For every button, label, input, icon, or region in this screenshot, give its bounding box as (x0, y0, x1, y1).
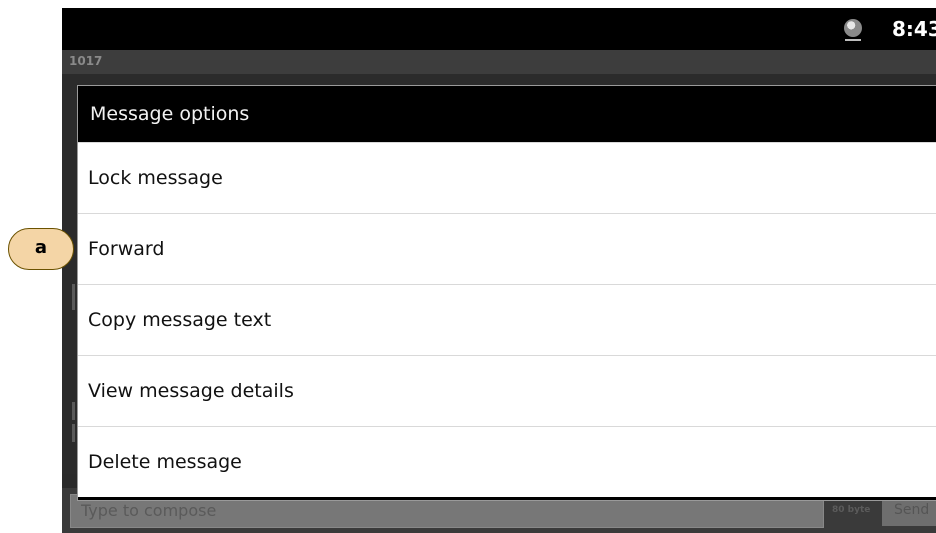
menu-item-view-message-details[interactable]: View message details (78, 355, 936, 426)
globe-stand (845, 39, 861, 41)
message-bar (72, 424, 75, 442)
globe-icon (844, 19, 862, 37)
status-bar: 8:43 (62, 8, 936, 50)
thread-title: 1017 (69, 54, 103, 68)
byte-counter: 80 byte (832, 505, 871, 515)
menu-item-lock-message[interactable]: Lock message (78, 142, 936, 213)
menu-item-copy-message-text[interactable]: Copy message text (78, 284, 936, 355)
status-clock: 8:43 (892, 17, 936, 41)
dialog-title: Message options (78, 86, 936, 142)
compose-placeholder: Type to compose (81, 501, 217, 520)
thread-title-bar: 1017 (62, 50, 936, 74)
annotation-callout: a (8, 228, 74, 270)
menu-item-forward[interactable]: Forward (78, 213, 936, 284)
message-bar (72, 284, 75, 310)
message-bar (72, 402, 75, 420)
menu-item-delete-message[interactable]: Delete message (78, 426, 936, 497)
message-options-dialog: Message options Lock message Forward Cop… (77, 85, 936, 501)
